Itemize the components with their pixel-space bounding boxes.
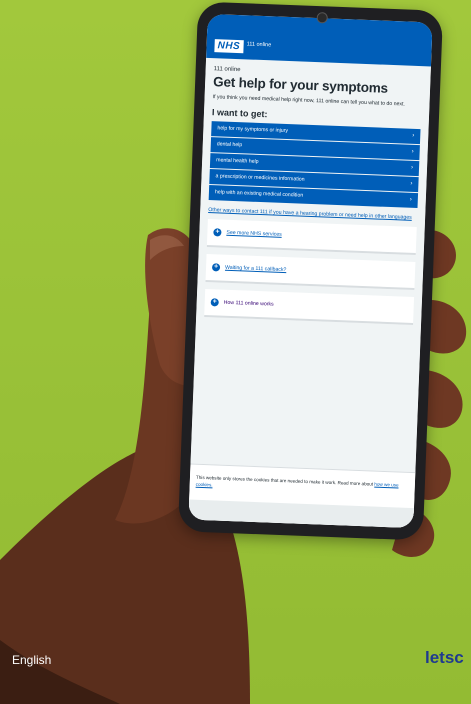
option-label: help with an existing medical condition — [214, 189, 304, 199]
cookie-footer-bar — [188, 499, 414, 529]
chevron-right-icon: › — [410, 180, 413, 187]
phone-device: NHS 111 online 111 online Get help for y… — [177, 1, 444, 541]
card-label[interactable]: How 111 online works — [224, 300, 274, 308]
card-label[interactable]: See more NHS services — [226, 230, 282, 238]
plus-circle-icon: + — [210, 298, 219, 307]
camera-icon — [316, 12, 328, 24]
intro-text: If you think you need medical help right… — [212, 94, 406, 108]
card-how-it-works[interactable]: + How 111 online works — [204, 288, 415, 325]
chevron-right-icon: › — [409, 196, 412, 203]
page-content: 111 online Get help for your symptoms If… — [188, 57, 431, 529]
cookie-banner: This website only stores the cookies tha… — [188, 463, 416, 529]
chevron-right-icon: › — [410, 164, 414, 171]
plus-circle-icon: + — [213, 228, 222, 237]
option-label: dental help — [216, 141, 243, 149]
language-label[interactable]: English — [12, 653, 51, 667]
nhs-logo[interactable]: NHS — [214, 39, 244, 54]
chevron-right-icon: › — [411, 148, 414, 155]
brand-text: letsc — [425, 648, 464, 667]
card-label[interactable]: Waiting for a 111 callback? — [225, 265, 287, 273]
service-name[interactable]: 111 online — [247, 41, 272, 48]
card-callback[interactable]: + Waiting for a 111 callback? — [205, 253, 416, 291]
card-nhs-services[interactable]: + See more NHS services — [206, 219, 417, 256]
option-label: help for my symptoms or injury — [217, 125, 289, 135]
phone-screen: NHS 111 online 111 online Get help for y… — [188, 13, 433, 529]
chevron-right-icon: › — [412, 132, 415, 139]
option-label: mental health help — [216, 157, 259, 165]
cookie-message: This website only stores the cookies tha… — [195, 474, 374, 487]
cookie-text: This website only stores the cookies tha… — [196, 475, 409, 496]
plus-circle-icon: + — [211, 263, 221, 272]
